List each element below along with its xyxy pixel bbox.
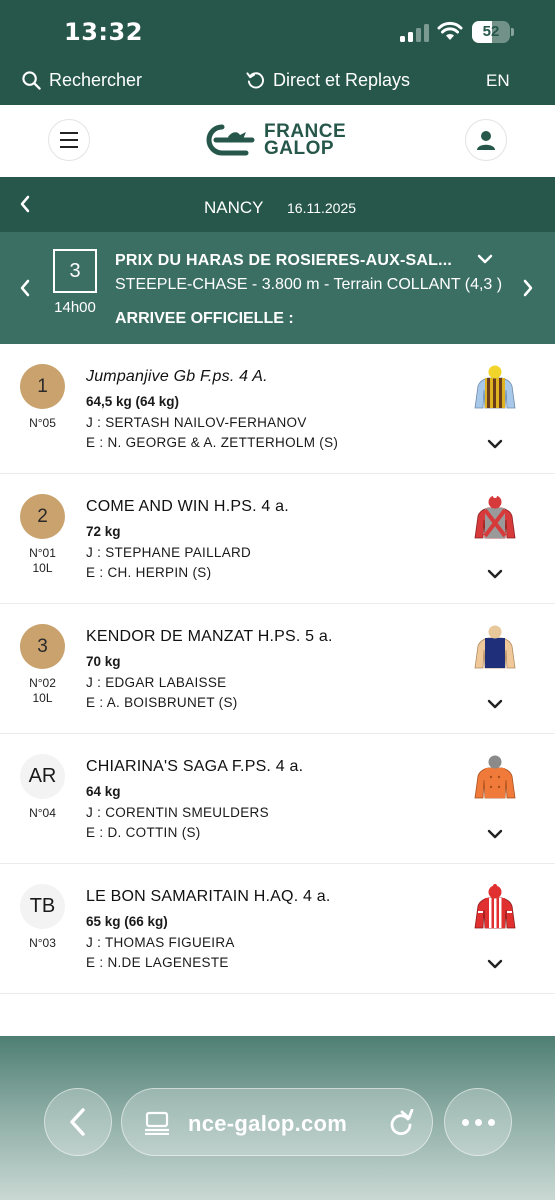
search-button[interactable]: Rechercher [22, 70, 142, 91]
horse-name[interactable]: KENDOR DE MANZAT H.PS. 5 a. [86, 628, 333, 646]
france-galop-logo[interactable]: FRANCE GALOP [202, 122, 346, 159]
chevron-down-icon[interactable] [486, 957, 504, 971]
horse-weight: 64 kg [86, 784, 121, 799]
runner-number-block: N°02 10L [14, 676, 71, 706]
runner-distance: 10L [32, 691, 53, 705]
runner-number: N°04 [29, 806, 56, 820]
chevron-down-icon[interactable] [476, 252, 494, 266]
dot-icon [461, 1118, 469, 1126]
battery-icon: 52 [472, 21, 514, 43]
chevron-down-icon[interactable] [486, 697, 504, 711]
silks-red-white-stripes-icon [474, 884, 516, 929]
meeting-bar: NANCY 16.11.2025 [0, 177, 555, 232]
horse-weight: 64,5 kg (64 kg) [86, 394, 180, 409]
trainer-name: E : N. GEORGE & A. ZETTERHOLM (S) [86, 435, 339, 450]
runner-row[interactable]: 2 N°01 10L COME AND WIN H.PS. 4 a. 72 kg… [0, 474, 555, 604]
race-title[interactable]: PRIX DU HARAS DE ROSIERES-AUX-SAL... [115, 252, 452, 270]
horse-weight: 70 kg [86, 654, 121, 669]
horse-name[interactable]: COME AND WIN H.PS. 4 a. [86, 498, 289, 516]
jockey-name: J : CORENTIN SMEULDERS [86, 805, 269, 820]
logo-text: FRANCE GALOP [264, 122, 346, 159]
url-text: nce-galop.com [188, 1111, 348, 1136]
page-spacer [0, 994, 555, 1036]
hamburger-icon [60, 132, 78, 148]
race-type: STEEPLE-CHASE - 3.800 m - Terrain COLLAN… [115, 276, 503, 293]
race-number: 3 [53, 249, 97, 293]
runner-row[interactable]: AR N°04 CHIARINA'S SAGA F.PS. 4 a. 64 kg… [0, 734, 555, 864]
runner-number: N°01 [29, 546, 56, 560]
runner-number-block: N°05 [14, 416, 71, 431]
finish-position-badge: 3 [20, 624, 65, 669]
meeting-date: 16.11.2025 [287, 200, 357, 216]
silks-navy-icon [474, 625, 516, 669]
page-menu-icon[interactable] [144, 1111, 170, 1135]
finish-position-badge: AR [20, 754, 65, 799]
silks-orange-icon [474, 755, 516, 799]
runner-row[interactable]: TB N°03 LE BON SAMARITAIN H.AQ. 4 a. 65 … [0, 864, 555, 994]
finish-position-badge: 2 [20, 494, 65, 539]
previous-race-icon[interactable] [18, 278, 32, 298]
venue-name: NANCY [204, 198, 264, 217]
site-header: FRANCE GALOP [0, 105, 555, 177]
trainer-name: E : A. BOISBRUNET (S) [86, 695, 238, 710]
jockey-name: J : STEPHANE PAILLARD [86, 545, 252, 560]
horse-logo-icon [206, 124, 255, 156]
next-race-icon[interactable] [521, 278, 535, 298]
horse-name[interactable]: LE BON SAMARITAIN H.AQ. 4 a. [86, 888, 330, 906]
menu-button[interactable] [48, 119, 90, 161]
browser-toolbar: nce-galop.com [0, 1036, 555, 1200]
wifi-icon [437, 21, 463, 40]
replay-icon [246, 72, 264, 89]
chevron-left-icon [70, 1108, 85, 1136]
browser-back-button[interactable] [44, 1088, 112, 1156]
runner-number: N°03 [29, 936, 56, 950]
chevron-down-icon[interactable] [486, 437, 504, 451]
horse-weight: 65 kg (66 kg) [86, 914, 168, 929]
jockey-name: J : EDGAR LABAISSE [86, 675, 227, 690]
more-options-button[interactable] [444, 1088, 512, 1156]
status-time: 13:32 [64, 18, 143, 46]
finish-position-badge: TB [20, 884, 65, 929]
runner-distance: 10L [32, 561, 53, 575]
reload-icon[interactable] [388, 1109, 414, 1137]
silks-yellow-brown-stripes-icon [474, 365, 516, 409]
runner-number-block: N°03 [14, 936, 71, 951]
horse-name[interactable]: CHIARINA'S SAGA F.PS. 4 a. [86, 758, 303, 776]
chevron-down-icon[interactable] [486, 567, 504, 581]
runner-number: N°05 [29, 416, 56, 430]
finish-position-badge: 1 [20, 364, 65, 409]
dot-icon [487, 1118, 495, 1126]
search-icon [22, 71, 41, 90]
dot-icon [474, 1118, 482, 1126]
result-label: ARRIVEE OFFICIELLE : [115, 310, 294, 327]
direct-replays-button[interactable]: Direct et Replays [246, 70, 410, 91]
chevron-down-icon[interactable] [486, 827, 504, 841]
runner-row[interactable]: 3 N°02 10L KENDOR DE MANZAT H.PS. 5 a. 7… [0, 604, 555, 734]
cellular-signal-icon [400, 24, 430, 42]
runner-number-block: N°01 10L [14, 546, 71, 576]
logo-line-2: GALOP [264, 138, 335, 159]
language-switch[interactable]: EN [486, 71, 510, 91]
trainer-name: E : CH. HERPIN (S) [86, 565, 212, 580]
search-label: Rechercher [49, 70, 143, 90]
trainer-name: E : N.DE LAGENESTE [86, 955, 229, 970]
trainer-name: E : D. COTTIN (S) [86, 825, 201, 840]
jockey-name: J : THOMAS FIGUEIRA [86, 935, 235, 950]
silks-grey-red-cross-icon [474, 494, 516, 539]
user-icon [477, 131, 495, 150]
direct-replays-label: Direct et Replays [273, 70, 411, 90]
runner-number-block: N°04 [14, 806, 71, 821]
address-bar[interactable]: nce-galop.com [121, 1088, 433, 1156]
top-bar: 13:32 52 Rechercher Direct et Replays EN [0, 0, 555, 105]
runner-number: N°02 [29, 676, 56, 690]
horse-name[interactable]: Jumpanjive Gb F.ps. 4 A. [86, 368, 268, 386]
battery-level: 52 [482, 23, 500, 40]
race-time: 14h00 [54, 299, 96, 316]
back-chevron-icon[interactable] [18, 194, 32, 214]
jockey-name: J : SERTASH NAILOV-FERHANOV [86, 415, 307, 430]
race-card: 3 14h00 PRIX DU HARAS DE ROSIERES-AUX-SA… [0, 232, 555, 344]
horse-weight: 72 kg [86, 524, 121, 539]
runner-row[interactable]: 1 N°05 Jumpanjive Gb F.ps. 4 A. 64,5 kg … [0, 344, 555, 474]
account-button[interactable] [465, 119, 507, 161]
